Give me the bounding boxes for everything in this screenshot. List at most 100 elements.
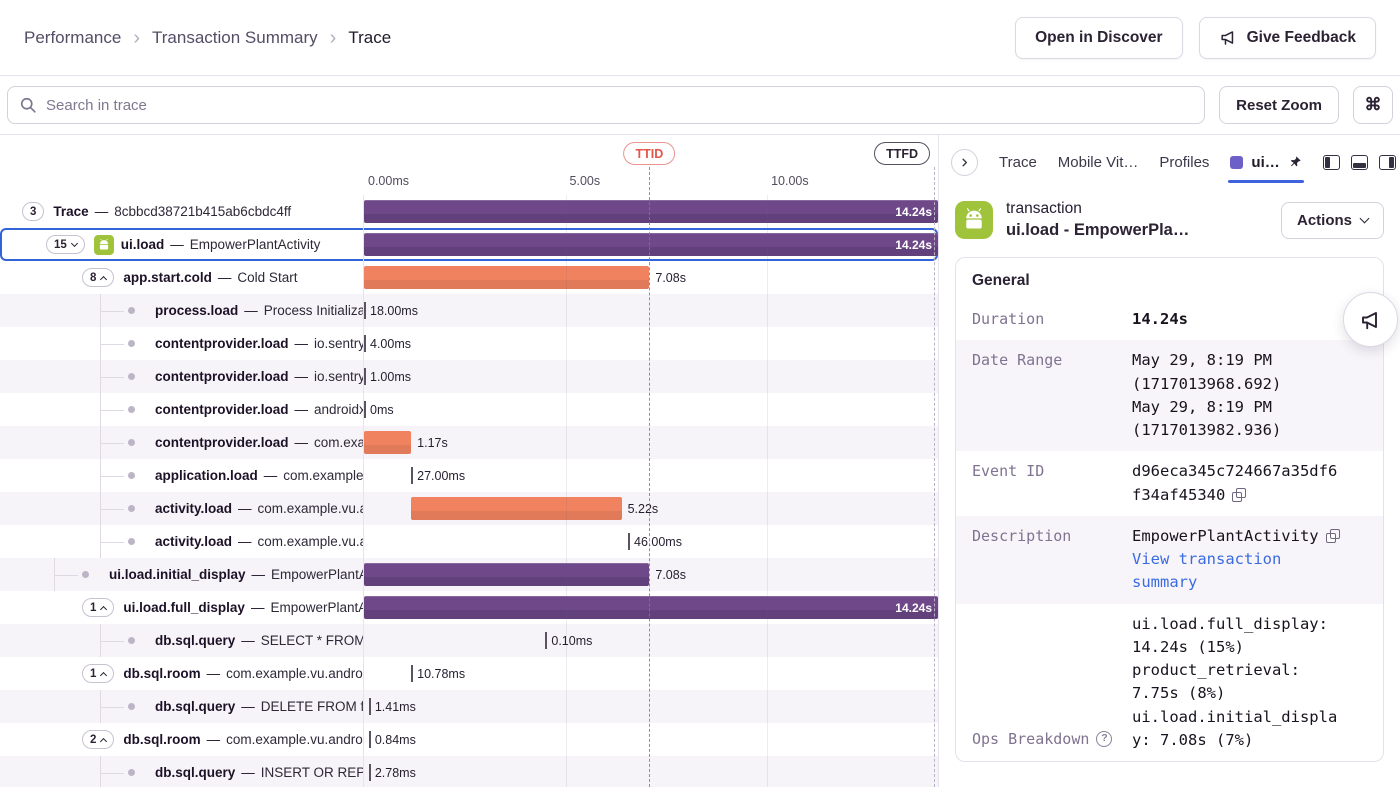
chevron-separator-icon: › [133,28,140,48]
trace-row-contentprovider.load[interactable]: contentprovider.load—io.sentry.android.c… [0,360,938,393]
trace-row-db.sql.query[interactable]: db.sql.query—INSERT OR REPLACE INTO favo… [0,756,938,787]
copy-icon[interactable] [1232,488,1246,502]
trace-row-process.load[interactable]: process.load—Process Initialization18.00… [0,294,938,327]
description-key: Description [972,525,1132,595]
give-feedback-button[interactable]: Give Feedback [1199,17,1376,59]
trace-row-contentprovider.load[interactable]: contentprovider.load—com.example.vu.andr… [0,426,938,459]
tree-dot [82,571,89,578]
view-transaction-summary-link[interactable]: View transaction summary [1132,548,1346,595]
span-count-badge[interactable]: 8 [82,268,114,287]
span-detail-panel: Trace Mobile Vit… Profiles ui… transac [938,135,1400,787]
trace-row-contentprovider.load[interactable]: contentprovider.load—io.sentry.android.c… [0,327,938,360]
pin-icon[interactable] [1288,155,1302,169]
tab-span-detail[interactable]: ui… [1230,141,1301,183]
chevron-separator-icon: › [330,28,337,48]
span-tick [364,302,366,319]
breadcrumb-transaction-summary[interactable]: Transaction Summary [152,28,318,48]
android-icon [94,235,114,255]
trace-row-activity.load[interactable]: activity.load—com.example.vu.android.Mai… [0,492,938,525]
trace-row-db.sql.query[interactable]: db.sql.query—SELECT * FROM favorite_prod… [0,624,938,657]
span-bar[interactable] [364,431,411,454]
command-shortcut-button[interactable]: ⌘ [1353,86,1393,124]
tab-trace[interactable]: Trace [999,141,1037,183]
actions-label: Actions [1297,212,1352,229]
duration-row: Duration 14.24s [956,299,1383,340]
megaphone-icon [1359,308,1383,332]
span-count-badge[interactable]: 2 [82,730,114,749]
trace-row-ui.load[interactable]: 15ui.load—EmpowerPlantActivity14.24s [0,228,938,261]
tree-dot [128,340,135,347]
chevron-down-icon [1360,214,1370,224]
tab-mobile-vitals[interactable]: Mobile Vit… [1058,141,1139,183]
panel-tabs: Trace Mobile Vit… Profiles ui… [939,135,1400,183]
open-in-discover-button[interactable]: Open in Discover [1015,17,1182,59]
tree-dot [128,439,135,446]
span-count-badge[interactable]: 1 [82,664,114,683]
trace-row-db.sql.query[interactable]: db.sql.query—DELETE FROM favorite_produc… [0,690,938,723]
trace-row-ui.load.initial_display[interactable]: ui.load.initial_display—EmpowerPlantActi… [0,558,938,591]
span-bar[interactable] [411,497,621,520]
dock-bottom-icon[interactable] [1351,155,1368,170]
time-tick-label: 0.00ms [368,174,409,188]
tab-span-detail-label: ui… [1251,154,1279,171]
help-icon[interactable]: ? [1096,731,1112,747]
trace-row-activity.load[interactable]: activity.load—com.example.vu.android.Mai… [0,525,938,558]
tree-dot [128,406,135,413]
span-bar[interactable] [364,563,649,586]
dock-left-icon[interactable] [1323,155,1340,170]
span-tick [545,632,547,649]
reset-zoom-button[interactable]: Reset Zoom [1219,86,1339,124]
trace-row-ui.load.full_display[interactable]: 1ui.load.full_display—EmpowerPlantActivi… [0,591,938,624]
span-count-badge[interactable]: 1 [82,598,114,617]
search-box [7,86,1205,124]
search-icon [18,95,38,120]
expand-panel-button[interactable] [951,149,978,176]
feedback-floating-button[interactable] [1343,292,1398,347]
tree-dot [128,505,135,512]
transaction-titles: transaction ui.load - EmpowerPlantActivi… [1006,200,1198,240]
span-tick [369,764,371,781]
duration-value: 14.24s [1132,308,1346,331]
span-count-badge[interactable]: 3 [22,202,44,221]
date-range-value: May 29, 8:19 PM(1717013968.692)May 29, 8… [1132,349,1346,442]
span-bar[interactable]: 14.24s [364,596,938,619]
trace-row-Trace[interactable]: 3Trace—8cbbcd38721b415ab6cbdc4ff14.24s [0,195,938,228]
span-tick [411,665,413,682]
dock-right-icon[interactable] [1379,155,1396,170]
span-bar[interactable]: 14.24s [364,233,938,256]
tab-profiles[interactable]: Profiles [1159,141,1209,183]
trace-toolbar: Reset Zoom ⌘ [0,76,1400,134]
actions-button[interactable]: Actions [1281,202,1384,239]
date-range-key: Date Range [972,349,1132,442]
span-bar[interactable]: 14.24s [364,200,938,223]
layout-controls [1323,155,1396,170]
ttfd-marker: TTFD [874,142,930,165]
event-id-key: Event ID [972,460,1132,507]
transaction-header: transaction ui.load - EmpowerPlantActivi… [939,183,1400,253]
trace-row-db.sql.room[interactable]: 1db.sql.room—com.example.vu.android10.78… [0,657,938,690]
trace-row-db.sql.room[interactable]: 2db.sql.room—com.example.vu.android0.84m… [0,723,938,756]
ops-breakdown-value: ui.load.full_display: 14.24s (15%)produc… [1132,613,1346,753]
trace-row-contentprovider.load[interactable]: contentprovider.load—androidx.startup.In… [0,393,938,426]
transaction-title: ui.load - EmpowerPlantActivity [1006,221,1198,240]
copy-icon[interactable] [1326,529,1340,543]
trace-waterfall: 0.00ms5.00s10.00s 3Trace—8cbbcd38721b415… [0,135,938,787]
ops-breakdown-key: Ops Breakdown ? [972,728,1132,751]
description-value: EmpowerPlantActivity View transaction su… [1132,525,1346,595]
date-range-row: Date Range May 29, 8:19 PM(1717013968.69… [956,340,1383,451]
trace-rows: 3Trace—8cbbcd38721b415ab6cbdc4ff14.24s15… [0,195,938,787]
span-bar[interactable] [364,266,649,289]
search-input[interactable] [7,86,1205,124]
trace-row-app.start.cold[interactable]: 8app.start.cold—Cold Start7.08s [0,261,938,294]
tree-dot [128,637,135,644]
span-count-badge[interactable]: 15 [46,235,85,254]
general-card: General Duration 14.24s Date Range May 2… [955,257,1384,762]
span-tick [369,731,371,748]
tree-dot [128,373,135,380]
tree-dot [128,769,135,776]
give-feedback-label: Give Feedback [1247,29,1356,47]
description-row: Description EmpowerPlantActivity View tr… [956,516,1383,604]
trace-row-application.load[interactable]: application.load—com.example.vu.android2… [0,459,938,492]
breadcrumb-performance[interactable]: Performance [24,28,121,48]
tree-dot [128,703,135,710]
